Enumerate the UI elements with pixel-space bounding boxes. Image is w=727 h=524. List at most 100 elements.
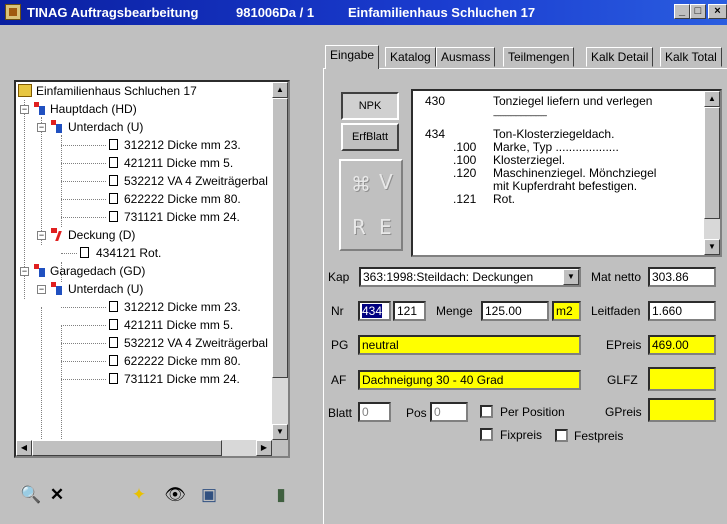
pos-field[interactable]: 0 [430,402,468,422]
epreis-field[interactable]: 469.00 [648,335,716,355]
scroll-up-icon[interactable]: ▲ [272,82,288,98]
scroll-thumb[interactable] [272,98,288,378]
tree-item[interactable]: − Garagedach (GD) [16,262,276,280]
chevron-down-icon[interactable]: ▼ [563,269,579,285]
tree-item[interactable]: 731121 Dicke mm 24. [16,370,276,388]
text-list-scrollbar[interactable]: ▲ ▼ [704,91,720,255]
tree-item-label: 731121 Dicke mm 24. [124,372,240,386]
tree-item-label: 532212 VA 4 Zweiträgerbal [124,174,268,188]
af-field[interactable]: Dachneigung 30 - 40 Grad [358,370,581,390]
erfblatt-button[interactable]: ErfBlatt [341,123,399,151]
scroll-up-icon[interactable]: ▲ [704,91,720,107]
tree-item[interactable]: − Unterdach (U) [16,118,276,136]
unit-field[interactable]: m2 [552,301,581,321]
pg-field[interactable]: neutral [358,335,581,355]
tree-item[interactable]: 421211 Dicke mm 5. [16,316,276,334]
tree-item[interactable]: 312212 Dicke mm 23. [16,136,276,154]
per-position-label: Per Position [500,405,565,419]
tree-edit-icon[interactable]: ⌘ [351,172,371,196]
scroll-thumb[interactable] [32,440,222,456]
picture-icon[interactable]: ▣ [198,484,220,506]
tree-item[interactable]: 421211 Dicke mm 5. [16,154,276,172]
nr-field-2[interactable]: 121 [393,301,426,321]
roof-group-icon [34,102,46,116]
delete-icon[interactable]: ✕ [46,484,68,506]
sparkle-icon[interactable]: ✦ [128,484,150,506]
tree-item[interactable]: 532212 VA 4 Zweiträgerbal [16,172,276,190]
festpreis-checkbox[interactable] [555,429,568,442]
v-button[interactable]: V [379,170,393,194]
nr-field-1[interactable]: 434 [358,301,391,321]
maximize-button[interactable]: □ [690,4,706,19]
tab-ausmass[interactable]: Ausmass [436,47,496,67]
mat-netto-label: Mat netto [591,270,642,284]
tree-line [61,145,106,146]
gpreis-label: GPreis [605,405,642,419]
position-icon [109,319,118,330]
tab-kalk-total[interactable]: Kalk Total [660,47,722,67]
gpreis-field[interactable] [648,398,716,422]
tab-teilmengen[interactable]: Teilmengen [503,47,575,67]
scroll-down-icon[interactable]: ▼ [272,424,288,440]
exit-door-icon[interactable]: ▮ [270,484,292,506]
tree-item[interactable]: − Deckung (D) [16,226,276,244]
tree-vertical-scrollbar[interactable]: ▲ ▼ [272,82,288,440]
tree-item[interactable]: − Hauptdach (HD) [16,100,276,118]
tab-eingabe[interactable]: Eingabe [325,45,380,69]
binoculars-icon[interactable]: 👁 [164,484,186,506]
tree-item-label: 532212 VA 4 Zweiträgerbal [124,336,268,350]
npk-button[interactable]: NPK [341,92,399,120]
tree-item[interactable]: 434121 Rot. [16,244,276,262]
minimize-button[interactable]: _ [674,4,690,19]
blatt-field[interactable]: 0 [358,402,391,422]
tree-root[interactable]: Einfamilienhaus Schluchen 17 [16,82,276,100]
menge-field[interactable]: 125.00 [481,301,549,321]
tree-item-label: 312212 Dicke mm 23. [124,300,241,314]
tree-item-label: 312212 Dicke mm 23. [124,138,241,152]
tree-item-label: Hauptdach (HD) [50,102,137,116]
tree-item[interactable]: 622222 Dicke mm 80. [16,190,276,208]
nr-label: Nr [331,304,344,318]
tree-line [61,181,106,182]
leitfaden-field[interactable]: 1.660 [648,301,716,321]
kap-combo[interactable]: 363:1998:Steildach: Deckungen ▼ [359,267,581,287]
tree-item-label: Unterdach (U) [68,282,144,296]
position-icon [109,193,118,204]
tab-katalog[interactable]: Katalog [385,47,436,67]
tree-item-label: 421211 Dicke mm 5. [124,156,234,170]
e-button[interactable]: E [379,215,392,239]
position-text-list[interactable]: 430 Tonziegel liefern und verlegen -----… [411,89,722,257]
tree-item-label: Unterdach (U) [68,120,144,134]
scroll-left-icon[interactable]: ◀ [16,440,32,456]
r-button[interactable]: R [352,215,366,239]
app-title: TINAG Auftragsbearbeitung [27,5,199,20]
detail-pane: Eingabe Katalog Ausmass Teilmengen Kalk … [323,25,727,524]
glfz-label: GLFZ [607,373,638,387]
glfz-field[interactable] [648,367,716,391]
project-tree[interactable]: Einfamilienhaus Schluchen 17 − Hauptdach… [14,80,290,458]
tree-horizontal-scrollbar[interactable]: ◀ ▶ [16,440,272,456]
fixpreis-checkbox[interactable] [480,428,493,441]
tree-item[interactable]: 532212 VA 4 Zweiträgerbal [16,334,276,352]
tree-item[interactable]: − Unterdach (U) [16,280,276,298]
tree-line [61,217,106,218]
kap-label: Kap [328,270,350,284]
scroll-right-icon[interactable]: ▶ [256,440,272,456]
scroll-down-icon[interactable]: ▼ [704,239,720,255]
close-button[interactable]: × [708,4,727,19]
tree-item[interactable]: 731121 Dicke mm 24. [16,208,276,226]
per-position-checkbox[interactable] [480,405,493,418]
nr-value-1: 434 [362,304,383,318]
tab-kalk-detail[interactable]: Kalk Detail [586,47,654,67]
tree-line [61,379,106,380]
tree-item[interactable]: 622222 Dicke mm 80. [16,352,276,370]
scroll-thumb[interactable] [704,107,720,219]
text-code: .121 [453,192,477,206]
mat-netto-field[interactable]: 303.86 [648,267,716,287]
search-icon[interactable]: 🔍 [20,484,42,506]
epreis-label: EPreis [606,338,642,352]
text-line: Rot. [493,192,516,206]
roof-group-icon [51,120,63,134]
tree-item[interactable]: 312212 Dicke mm 23. [16,298,276,316]
tree-line [61,325,106,326]
